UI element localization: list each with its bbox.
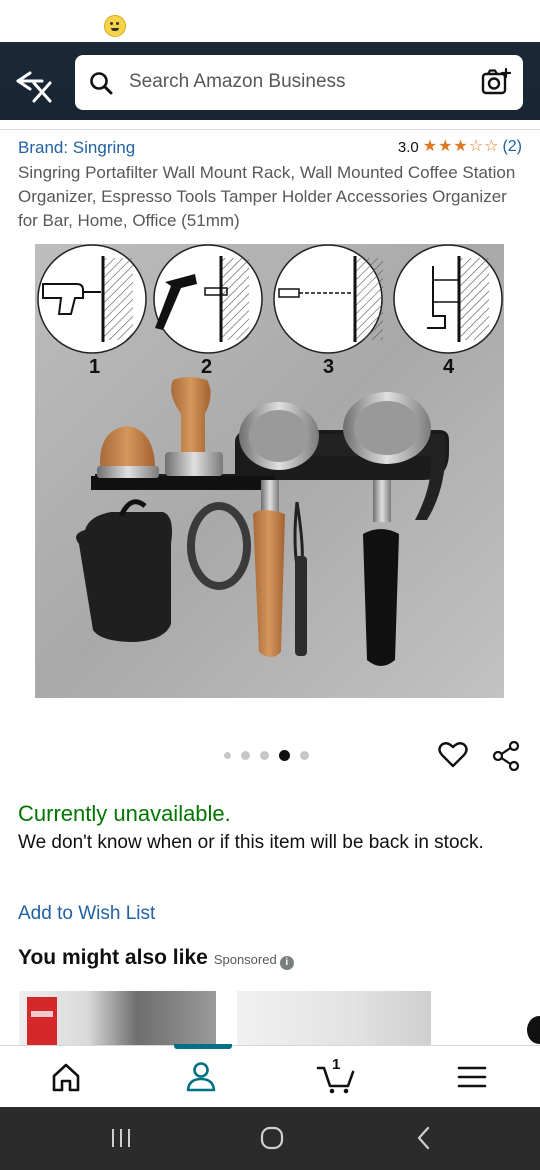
heart-icon[interactable] <box>438 741 468 774</box>
star-filled-icon: ★ <box>438 138 453 155</box>
sponsored-label[interactable]: Sponsored i <box>213 952 294 970</box>
android-navigation-bar <box>0 1107 540 1170</box>
back-close-icon[interactable] <box>12 67 54 105</box>
rating-stars: ★ ★ ★ ☆ ☆ <box>423 139 499 155</box>
star-filled-icon: ★ <box>453 138 468 155</box>
star-filled-icon: ★ <box>422 138 438 155</box>
step-label-4: 4 <box>443 356 455 378</box>
search-input[interactable] <box>129 67 469 97</box>
recommendations-title: You might also like <box>18 946 208 969</box>
sponsored-text: Sponsored <box>213 952 277 967</box>
active-tab-indicator <box>174 1044 232 1049</box>
carousel-dot[interactable] <box>300 751 309 760</box>
add-to-wish-list-link[interactable]: Add to Wish List <box>18 903 155 925</box>
carousel-dot[interactable] <box>224 752 231 759</box>
sponsored-product-card[interactable] <box>237 991 431 1045</box>
bottom-navigation: 1 <box>0 1044 540 1108</box>
carousel-dot[interactable] <box>241 751 250 760</box>
step-3-icon <box>273 244 383 354</box>
camera-search-icon[interactable] <box>481 67 512 101</box>
star-empty-icon: ☆ <box>484 138 499 155</box>
home-circle-icon[interactable] <box>259 1125 285 1156</box>
header-divider <box>0 129 540 130</box>
availability-status: Currently unavailable. <box>18 801 231 826</box>
search-icon <box>89 71 113 100</box>
account-icon[interactable] <box>183 1060 223 1096</box>
carousel-dot-active[interactable] <box>279 750 290 761</box>
status-bar <box>0 0 540 42</box>
search-box[interactable] <box>75 55 523 110</box>
search-header <box>0 42 540 120</box>
product-thumbnail <box>27 997 57 1045</box>
step-1-icon <box>37 244 147 354</box>
home-icon[interactable] <box>48 1060 88 1096</box>
star-empty-icon: ☆ <box>468 138 484 155</box>
recommendations-header: You might also like Sponsored i <box>18 946 294 970</box>
back-icon[interactable] <box>411 1125 437 1156</box>
rating[interactable]: 3.0 ★ ★ ★ ☆ ☆ (2) <box>398 138 522 156</box>
rating-count[interactable]: (2) <box>502 138 522 156</box>
share-icon[interactable] <box>491 740 521 776</box>
cart-icon[interactable]: 1 <box>316 1056 356 1096</box>
cart-count: 1 <box>332 1056 341 1073</box>
menu-icon[interactable] <box>454 1060 494 1096</box>
info-icon[interactable]: i <box>279 956 294 970</box>
step-label-3: 3 <box>323 356 334 378</box>
product-title: Singring Portafilter Wall Mount Rack, Wa… <box>18 163 516 230</box>
recent-apps-icon[interactable] <box>108 1125 134 1156</box>
sponsored-product-card[interactable] <box>19 991 216 1045</box>
step-label-2: 2 <box>201 356 212 378</box>
step-4-icon <box>393 244 503 354</box>
notification-emoji-icon <box>104 15 126 37</box>
availability-message: We don't know when or if this item will … <box>18 832 484 853</box>
rating-value: 3.0 <box>397 138 419 156</box>
step-label-1: 1 <box>89 356 100 378</box>
product-image[interactable]: 1 2 3 4 <box>35 244 504 698</box>
brand-link[interactable]: Brand: Singring <box>18 138 135 158</box>
floating-tab-icon[interactable] <box>527 1016 540 1044</box>
image-carousel-dots <box>224 750 309 761</box>
carousel-dot[interactable] <box>260 751 269 760</box>
step-2-icon <box>153 244 263 354</box>
